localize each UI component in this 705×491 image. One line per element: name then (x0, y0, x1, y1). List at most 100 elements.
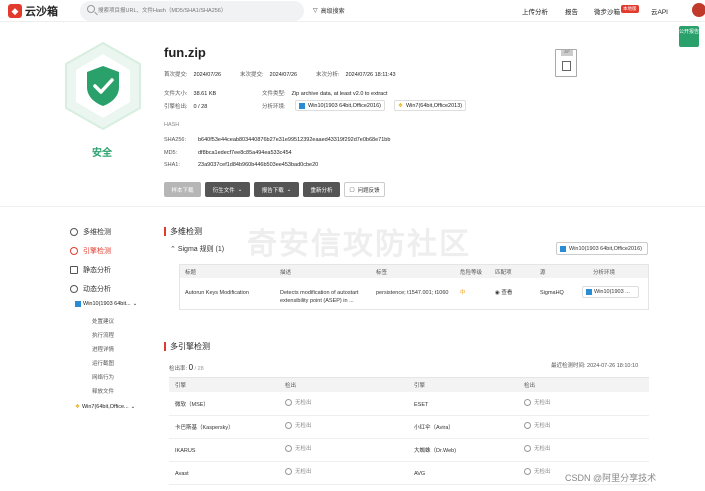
row-title: Autorun Keys Modification (185, 290, 249, 296)
sidebar-item-dynamic[interactable]: 动态分析 (70, 284, 111, 294)
hash-title: HASH (164, 122, 180, 128)
sidebar-sub-dropped[interactable]: 释放文件 (92, 387, 114, 395)
sidebar-env-win7[interactable]: ❖ Win7(64bit,Office... ⌄ (75, 404, 135, 410)
result: 无检出 (285, 421, 312, 429)
check-icon (285, 398, 292, 406)
sidebar-item-static[interactable]: 静态分析 (70, 265, 111, 275)
verdict-shield (64, 41, 142, 142)
windows-icon (560, 245, 566, 252)
nav-upload[interactable]: 上传分析 (522, 6, 548, 16)
sha1-row: SHA1: 23a9037cef1d84b960b446b503ee453bad0… (164, 162, 319, 168)
new-badge: 本地版 (621, 5, 639, 13)
col-desc: 描述 (280, 270, 292, 276)
result: 无检出 (285, 467, 312, 475)
check-icon (524, 444, 531, 452)
col-source: 源 (540, 270, 546, 276)
shield-icon (65, 41, 141, 131)
col-match: 匹配项 (495, 270, 512, 276)
result: 无检出 (524, 467, 551, 475)
engine-name: ESET (414, 402, 429, 408)
engine-name: 微软（MSE） (175, 402, 209, 408)
chevron-down-icon: ⌄ (237, 186, 243, 193)
check-icon (285, 467, 292, 475)
windows-icon (75, 301, 81, 307)
search-icon (87, 5, 95, 13)
chevron-down-icon: ⌄ (130, 404, 136, 410)
file-type: 文件类型: Zip archive data, at least v2.0 to … (262, 91, 388, 97)
engine-name: 卡巴斯基（Kaspersky） (175, 425, 234, 431)
row-match[interactable]: ◉ 查看 (495, 289, 512, 297)
multi-env-select[interactable]: Win10(1903 64bit,Office2016) (556, 242, 648, 255)
engine-name: IKARUS (175, 448, 196, 454)
sigma-rules[interactable]: ⌃ Sigma 规则 (1) (170, 244, 224, 254)
file-name: fun.zip (164, 45, 206, 60)
first-submit: 首次提交: 2024/07/26 (164, 72, 222, 78)
engine-name: Avast (175, 471, 189, 477)
reanalyze-button[interactable]: 重新分析 (303, 182, 340, 197)
sidebar-sub-process[interactable]: 进程详情 (92, 345, 114, 353)
divider (0, 206, 705, 207)
table-header (169, 378, 649, 392)
report-download-button[interactable]: 报告下载 ⌄ (254, 182, 299, 197)
search-input[interactable] (98, 4, 298, 18)
col-tags: 标签 (376, 270, 388, 276)
last-analysis: 末次分析: 2024/07/26 18:11:43 (316, 72, 396, 78)
col-engine: 引擎 (175, 383, 187, 389)
nav-report[interactable]: 报告 (565, 6, 578, 16)
filter-icon: ▽ (313, 8, 318, 14)
eye-icon: ◉ (495, 290, 500, 296)
result: 无检出 (285, 398, 312, 406)
result: 无检出 (285, 444, 312, 452)
sidebar-sub-flow[interactable]: 执行流程 (92, 331, 114, 339)
md5-row: MD5: df8bca1edecf7ee8c85a494ea533c454 (164, 150, 292, 156)
check-icon (524, 398, 531, 406)
env-tag-win10[interactable]: Win10(1903 64bit,Office2016) (295, 100, 385, 111)
table-header (180, 265, 648, 278)
public-report-button[interactable]: 公开报告 (679, 26, 699, 47)
check-icon (285, 421, 292, 429)
env-label: 分析环境: (262, 104, 286, 110)
result: 无检出 (524, 421, 551, 429)
footer-credit: CSDN @阿里分享技术 (565, 473, 657, 483)
chevron-down-icon: ⌄ (132, 301, 138, 307)
env-tag-win7[interactable]: ❖ Win7(64bit,Office2013) (394, 100, 467, 111)
row-desc: Detects modification of autostart extens… (280, 290, 359, 304)
alert-icon (70, 247, 78, 255)
row-level: 中 (460, 290, 466, 296)
sidebar-item-multi[interactable]: 多维检测 (70, 227, 111, 237)
search-box[interactable] (80, 1, 304, 21)
col-env: 分析环境 (593, 270, 616, 276)
sidebar-sub-advice[interactable]: 处置建议 (92, 317, 114, 325)
windows-icon (299, 102, 305, 109)
result: 无检出 (524, 398, 551, 406)
sidebar-sub-network[interactable]: 网络行为 (92, 373, 114, 381)
sample-download-button[interactable]: 样本下载 (164, 182, 201, 197)
windows-icon: ❖ (75, 404, 80, 410)
sigma-table: 标题 描述 标签 危险等级 匹配项 源 分析环境 Autorun Keys Mo… (179, 264, 649, 310)
feedback-icon: ▢ (349, 186, 355, 193)
row-tags: persistence; t1547.001; t1060 (376, 290, 449, 296)
sidebar-item-engine[interactable]: 引擎检测 (70, 246, 111, 256)
derived-files-button[interactable]: 衍生文件 ⌄ (205, 182, 250, 197)
advanced-search-label: 高级搜索 (320, 9, 345, 15)
check-icon (524, 467, 531, 475)
watermark: 奇安信攻防社区 (247, 228, 471, 261)
engine-name: 小红伞（Avira） (414, 425, 454, 431)
avatar[interactable] (692, 3, 705, 17)
nav-sandbox[interactable]: 微步沙箱 (594, 6, 620, 16)
check-icon (285, 444, 292, 452)
logo[interactable]: ◆ 云沙箱 (8, 3, 58, 19)
row-env-tag[interactable]: Win10(1903 ... (582, 286, 639, 298)
table-row: 卡巴斯基（Kaspersky） 无检出 小红伞（Avira） 无检出 (169, 416, 649, 439)
feedback-button[interactable]: ▢ 问题反馈 (344, 182, 385, 197)
sidebar-env-win10[interactable]: Win10(1903 64bit... ⌄ (75, 301, 137, 307)
sha256-row: SHA256: b640f53e44ceab803440876b27e31e995… (164, 137, 391, 143)
advanced-search-button[interactable]: ▽ 高级搜索 (313, 6, 345, 15)
nav-cloud-api[interactable]: 云API (651, 6, 668, 16)
sidebar-sub-screenshot[interactable]: 运行截图 (92, 359, 114, 367)
check-icon (524, 421, 531, 429)
section-engine-title: 多引擎检测 (164, 342, 210, 351)
chevron-up-icon: ⌃ (170, 246, 176, 253)
result: 无检出 (524, 444, 551, 452)
col-title: 标题 (185, 270, 197, 276)
